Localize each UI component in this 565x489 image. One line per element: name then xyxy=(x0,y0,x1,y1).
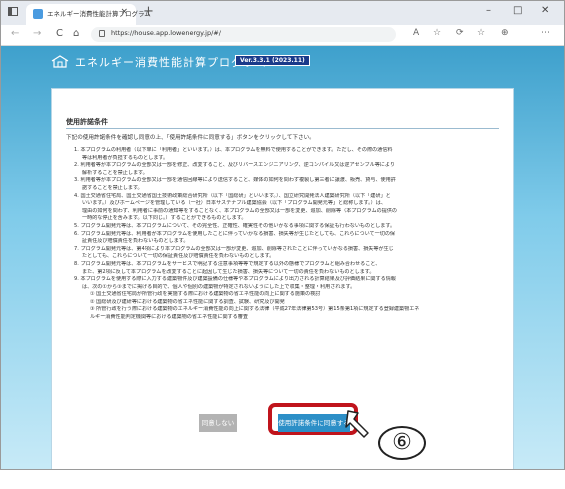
collections-icon[interactable]: ⊕ xyxy=(501,28,509,38)
agree-button[interactable]: 使用許諾条件に同意する xyxy=(278,414,350,432)
term-line: 1. 本プログラムの利用者（以下単に「利用者」といいます。）は、本プログラムを無… xyxy=(74,147,393,153)
term-line: 8. プログラム開発元等は、本プログラムをサービスで明記する注意事項等等で規定す… xyxy=(74,260,381,267)
term-line: たとしても、これらについて一切の保証責任及び賠償責任を負わないものとします。 xyxy=(82,253,275,260)
term-subitem: ルギー消費性能判定機関等における建築物の省エネ性能に関する審査 xyxy=(90,314,248,321)
home-button[interactable]: ⌂ xyxy=(73,28,79,39)
term-line: 解析することを禁止します。 xyxy=(82,169,148,176)
back-button[interactable]: ← xyxy=(11,28,19,39)
hand-cursor-icon xyxy=(345,410,369,438)
favorites-icon[interactable]: ☆ xyxy=(477,28,485,38)
close-window-button[interactable]: ✕ xyxy=(541,5,549,16)
term-subitem: ② 国総研及び建研等における建築物の省エネ性能に関する調査、試験、研究及び開発 xyxy=(90,298,285,305)
house-logo-icon xyxy=(51,55,69,68)
term-line: 3. 利用者等が本プログラムの全部又は一部を通信回線等により送信すること、媒体の… xyxy=(74,177,396,184)
section-divider xyxy=(66,128,499,129)
term-line: 4. 国土交通省住宅局、国土交通省国土技術政策総合研究所（以下「国総研」といいま… xyxy=(74,192,391,199)
favorite-icon[interactable]: ☆ xyxy=(433,28,441,38)
term-line: 5. プログラム開発元等は、本プログラムについて、その完全性、正確性、確実性その… xyxy=(74,222,396,229)
page-content: エネルギー消費性能計算プログラム Ver.3.3.1 (2023.11) 使用許… xyxy=(1,46,564,469)
term-line: いいます。）及びホームページを管理している（一社）日本サステナブル建築協会（以下… xyxy=(82,200,386,207)
term-line: 証責任及び賠償責任を負わないものとします。 xyxy=(82,238,189,245)
tab-strip: エネルギー消費性能計算プログラム × + – □ ✕ xyxy=(1,1,564,25)
decline-button[interactable]: 同意しない xyxy=(199,414,237,432)
refresh-button[interactable]: C xyxy=(56,28,63,39)
section-title: 使用許諾条件 xyxy=(66,118,108,126)
close-tab-icon[interactable]: × xyxy=(120,7,128,17)
term-subitem: ① 国土交通省住宅局が所管行政を実施する際における建築物の省エネ性能の向上に関す… xyxy=(90,291,321,298)
lock-icon xyxy=(99,30,105,37)
term-line: 2. 利用者等が本プログラムの全部又は一部を修正、改変すること、及びリバースエン… xyxy=(74,162,395,169)
app-header: エネルギー消費性能計算プログラム Ver.3.3.1 (2023.11) xyxy=(1,46,564,76)
window-menu-icon[interactable] xyxy=(8,7,18,16)
maximize-button[interactable]: □ xyxy=(513,5,522,16)
new-tab-button[interactable]: + xyxy=(143,5,154,19)
term-line: 6. プログラム開発元等は、利用者が本プログラムを使用したことに伴っていかなる損… xyxy=(74,230,396,237)
tab-title: エネルギー消費性能計算プログラム xyxy=(47,10,151,18)
favicon-icon xyxy=(33,9,43,19)
forward-button[interactable]: → xyxy=(33,28,41,39)
license-panel: 使用許諾条件 下記の使用許諾条件を確認し同意の上、「使用許諾条件に同意する」ボタ… xyxy=(51,88,514,469)
term-line: 一時的な停止を含みます。以下同じ。）することができるものとします。 xyxy=(82,215,247,222)
browser-tab[interactable]: エネルギー消費性能計算プログラム × xyxy=(26,4,151,25)
version-badge: Ver.3.3.1 (2023.11) xyxy=(235,55,310,66)
term-line: は、次の①から③までに掲げる目的で、個人や個別の建築物が特定されないようにした上… xyxy=(82,283,356,290)
url-text: https://house.app.lowenergy.jp/#/ xyxy=(111,29,221,37)
term-line: 7. プログラム開発元等は、第4項により本プログラムの全部又は一部が変更、追加、… xyxy=(74,245,394,252)
term-line: 9. 本プログラムを使用する際に入力する建築物件及び建築設備の仕様等や本プログラ… xyxy=(74,276,396,283)
address-bar[interactable]: https://house.app.lowenergy.jp/#/ xyxy=(91,27,396,42)
browser-window: エネルギー消費性能計算プログラム × + – □ ✕ ← → C ⌂ https… xyxy=(0,0,565,470)
term-line: また、第2項に反して本プログラムを改変することに起因して生じた損害、損失等につい… xyxy=(82,268,375,275)
minimize-button[interactable]: – xyxy=(486,5,491,16)
browser-toolbar: ← → C ⌂ https://house.app.lowenergy.jp/#… xyxy=(1,25,564,46)
term-line: 理由の如何を問わず、利用者に事前の通知等をすることなく、本プログラムの全部又は一… xyxy=(82,207,398,214)
more-menu-icon[interactable]: ⋯ xyxy=(541,28,550,38)
step-number-badge: ⑥ xyxy=(378,426,426,460)
read-aloud-icon[interactable]: A xyxy=(413,28,419,38)
term-line: 諾することを禁止します。 xyxy=(82,184,143,191)
term-line: 等は利用者が負担するものとします。 xyxy=(82,154,169,161)
terms-list: 1. 本プログラムの利用者（以下単に「利用者」といいます。）は、本プログラムを無… xyxy=(74,147,504,322)
term-subitem: ③ 所管行政を行う際における建築物のエネルギー消費性能の向上に関する法律（平成2… xyxy=(90,306,420,313)
intro-text: 下記の使用許諾条件を確認し同意の上、「使用許諾条件に同意する」ボタンをクリックし… xyxy=(66,135,315,141)
refresh-icon[interactable]: ⟳ xyxy=(456,28,464,38)
